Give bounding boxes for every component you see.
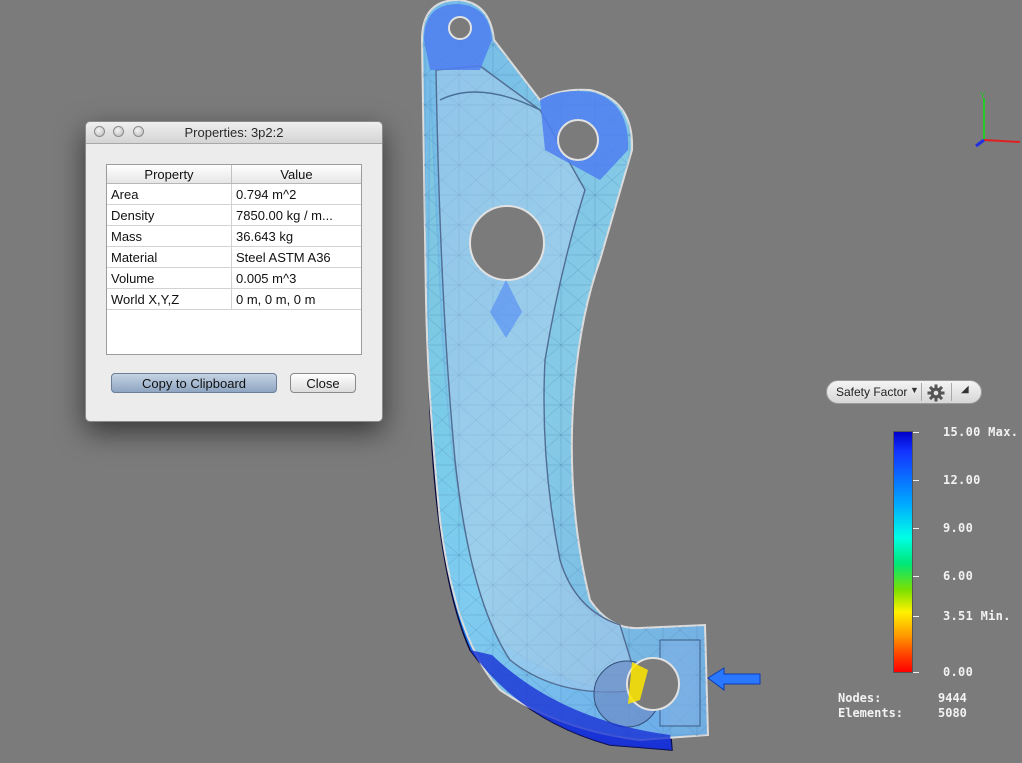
table-header-row: Property Value bbox=[107, 165, 361, 184]
colorbar-tick bbox=[913, 528, 919, 529]
property-cell: Mass bbox=[107, 225, 232, 247]
toolbar-divider bbox=[921, 383, 922, 401]
axis-y-label: Y bbox=[980, 91, 986, 100]
property-cell: Density bbox=[107, 204, 232, 226]
safety-factor-colorbar bbox=[893, 431, 913, 673]
colorbar-tick bbox=[913, 480, 919, 481]
table-row[interactable]: Area 0.794 m^2 bbox=[107, 183, 361, 205]
toolbar-divider bbox=[951, 383, 952, 401]
dropdown-caret-icon[interactable]: ▼ bbox=[910, 385, 919, 395]
table-row[interactable]: World X,Y,Z 0 m, 0 m, 0 m bbox=[107, 288, 361, 310]
colorbar-tick bbox=[913, 432, 919, 433]
column-header-property[interactable]: Property bbox=[107, 165, 232, 184]
property-cell: World X,Y,Z bbox=[107, 288, 232, 310]
load-arrow-icon[interactable] bbox=[707, 667, 761, 691]
property-cell: Volume bbox=[107, 267, 232, 289]
nodes-value: 9444 bbox=[938, 691, 967, 705]
dialog-titlebar[interactable]: Properties: 3p2:2 bbox=[86, 122, 382, 144]
axes-triad: Y bbox=[975, 91, 1021, 148]
value-cell: Steel ASTM A36 bbox=[231, 246, 361, 268]
properties-table[interactable]: Property Value Area 0.794 m^2 Density 7850… bbox=[106, 164, 362, 355]
table-row[interactable]: Material Steel ASTM A36 bbox=[107, 246, 361, 268]
safety-factor-dropdown[interactable]: Safety Factor bbox=[836, 385, 907, 399]
property-cell: Area bbox=[107, 183, 232, 205]
colorbar-label-max: 15.00 Max. bbox=[943, 425, 1019, 439]
close-button[interactable]: Close bbox=[290, 373, 356, 393]
elements-label: Elements: bbox=[838, 706, 904, 720]
property-cell: Material bbox=[107, 246, 232, 268]
colorbar-label: 0.00 bbox=[943, 665, 974, 679]
collapse-triangle-icon[interactable]: ◢ bbox=[961, 384, 969, 395]
value-cell: 0 m, 0 m, 0 m bbox=[231, 288, 361, 310]
table-row[interactable]: Mass 36.643 kg bbox=[107, 225, 361, 247]
value-cell: 7850.00 kg / m... bbox=[231, 204, 361, 226]
colorbar-label: 6.00 bbox=[943, 569, 974, 583]
result-selector-toolbar: Safety Factor ▼ ◢ bbox=[826, 380, 982, 404]
colorbar-label: 9.00 bbox=[943, 521, 974, 535]
column-header-value[interactable]: Value bbox=[231, 165, 361, 184]
table-row[interactable]: Density 7850.00 kg / m... bbox=[107, 204, 361, 226]
gear-icon[interactable] bbox=[926, 383, 946, 403]
properties-dialog: Properties: 3p2:2 Property Value Area 0.7… bbox=[85, 121, 383, 422]
table-row[interactable]: Volume 0.005 m^3 bbox=[107, 267, 361, 289]
colorbar-tick bbox=[913, 576, 919, 577]
value-cell: 36.643 kg bbox=[231, 225, 361, 247]
colorbar-label-min: 3.51 Min. bbox=[943, 609, 1011, 623]
dialog-title: Properties: 3p2:2 bbox=[184, 125, 284, 140]
elements-value: 5080 bbox=[938, 706, 967, 720]
colorbar-tick bbox=[913, 616, 919, 617]
nodes-label: Nodes: bbox=[838, 691, 882, 705]
bracket-part[interactable] bbox=[420, 0, 710, 751]
colorbar-label: 12.00 bbox=[943, 473, 981, 487]
value-cell: 0.794 m^2 bbox=[231, 183, 361, 205]
colorbar-tick bbox=[913, 672, 919, 673]
copy-to-clipboard-button[interactable]: Copy to Clipboard bbox=[111, 373, 277, 393]
value-cell: 0.005 m^3 bbox=[231, 267, 361, 289]
